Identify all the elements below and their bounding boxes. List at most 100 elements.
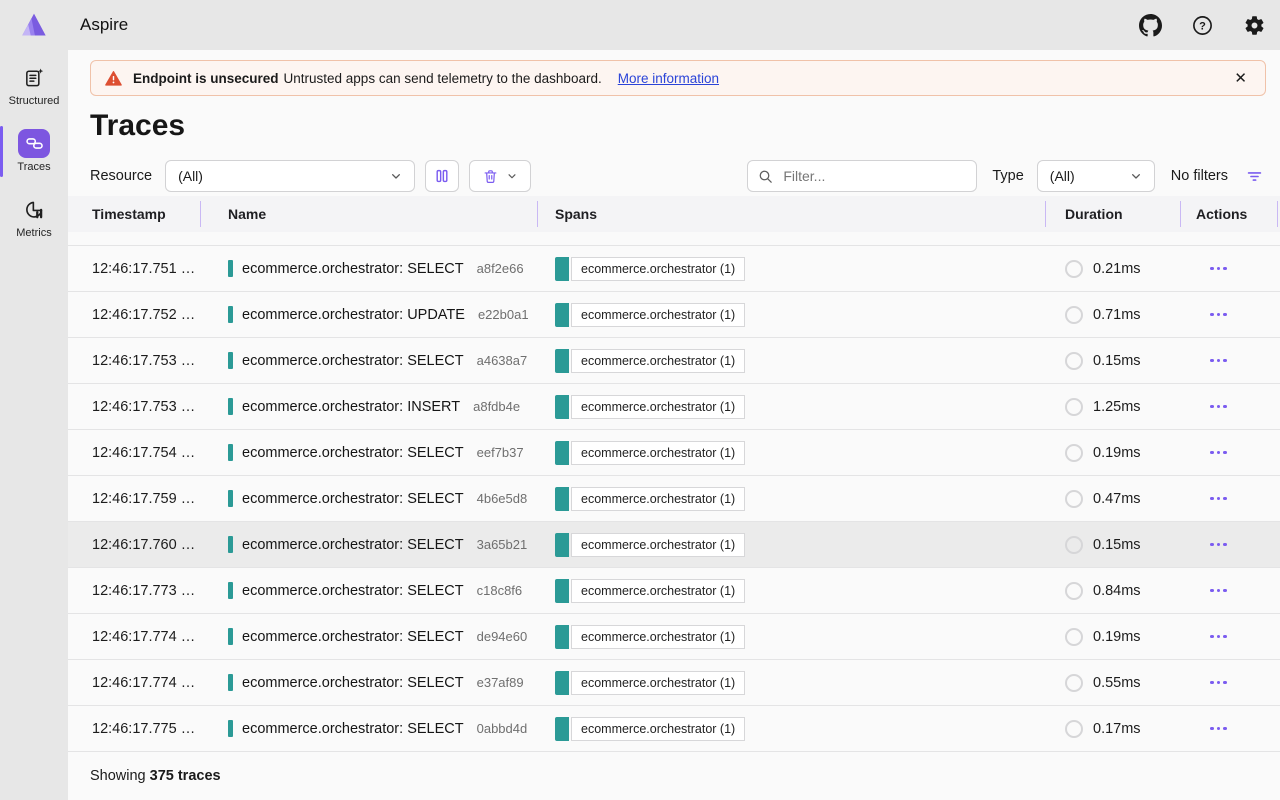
row-actions-ellipsis-icon[interactable] xyxy=(1206,309,1231,321)
row-actions-ellipsis-icon[interactable] xyxy=(1206,677,1231,689)
span-badge: ecommerce.orchestrator (1) xyxy=(555,625,745,649)
trace-timestamp: 12:46:17.774 … xyxy=(68,660,200,705)
row-actions-ellipsis-icon[interactable] xyxy=(1206,493,1231,505)
trace-id: eef7b37 xyxy=(477,445,524,460)
duration-ring-icon xyxy=(1065,628,1083,646)
trace-timestamp: 12:46:17.754 … xyxy=(68,430,200,475)
app-title: Aspire xyxy=(80,15,128,35)
banner-message: Untrusted apps can send telemetry to the… xyxy=(284,71,602,86)
trace-duration: 0.15ms xyxy=(1093,353,1141,369)
sidebar-item-traces[interactable]: Traces xyxy=(0,122,68,181)
row-actions-ellipsis-icon[interactable] xyxy=(1206,585,1231,597)
trace-id: a8f2e66 xyxy=(477,261,524,276)
pause-icon xyxy=(433,167,451,185)
trace-id: 4b6e5d8 xyxy=(477,491,528,506)
span-badge: ecommerce.orchestrator (1) xyxy=(555,349,745,373)
span-resource-color xyxy=(555,579,569,603)
table-row[interactable]: 12:46:17.752 … ecommerce.orchestrator: U… xyxy=(68,292,1280,338)
span-resource-color xyxy=(555,487,569,511)
traces-table-header: Timestamp Name Spans Duration Actions xyxy=(68,196,1280,232)
banner-close-icon[interactable]: ✕ xyxy=(1230,69,1251,88)
trace-timestamp: 12:46:17.774 … xyxy=(68,614,200,659)
trace-id: e37af89 xyxy=(477,675,524,690)
type-select[interactable]: (All) xyxy=(1037,160,1155,192)
row-actions-ellipsis-icon[interactable] xyxy=(1206,723,1231,735)
chevron-down-icon xyxy=(505,169,519,183)
span-label: ecommerce.orchestrator (1) xyxy=(571,533,745,557)
trace-duration: 0.19ms xyxy=(1093,629,1141,645)
resource-select[interactable]: (All) xyxy=(165,160,415,192)
row-actions-ellipsis-icon[interactable] xyxy=(1206,539,1231,551)
trace-count: 375 traces xyxy=(150,768,221,784)
traces-icon xyxy=(18,129,50,158)
resource-color-bar xyxy=(228,720,233,737)
trace-duration-cell: 0.19ms xyxy=(1045,614,1180,659)
trace-duration: 0.21ms xyxy=(1093,261,1141,277)
trace-name-cell: ecommerce.orchestrator: UPDATE e22b0a1 xyxy=(200,292,537,337)
span-badge: ecommerce.orchestrator (1) xyxy=(555,579,745,603)
more-information-link[interactable]: More information xyxy=(618,71,719,86)
column-header-name: Name xyxy=(200,196,537,232)
trace-name-cell: ecommerce.orchestrator: INSERT a8fdb4e xyxy=(200,384,537,429)
trace-duration-cell: 0.47ms xyxy=(1045,476,1180,521)
span-badge: ecommerce.orchestrator (1) xyxy=(555,303,745,327)
span-badge: ecommerce.orchestrator (1) xyxy=(555,441,745,465)
trace-id: 3a65b21 xyxy=(477,537,528,552)
trace-id: a8fdb4e xyxy=(473,399,520,414)
table-row[interactable]: 12:46:17.753 … ecommerce.orchestrator: S… xyxy=(68,338,1280,384)
span-resource-color xyxy=(555,671,569,695)
help-icon[interactable]: ? xyxy=(1190,13,1214,37)
table-row[interactable]: 12:46:17.773 … ecommerce.orchestrator: S… xyxy=(68,568,1280,614)
trace-name: ecommerce.orchestrator: INSERT xyxy=(242,399,460,415)
sidebar-item-structured[interactable]: Structured xyxy=(0,56,68,115)
settings-gear-icon[interactable] xyxy=(1242,13,1266,37)
topbar-actions: ? xyxy=(1138,13,1266,37)
table-row[interactable]: 12:46:17.753 … ecommerce.orchestrator: I… xyxy=(68,384,1280,430)
row-actions-ellipsis-icon[interactable] xyxy=(1206,355,1231,367)
table-row[interactable]: 12:46:17.760 … ecommerce.orchestrator: S… xyxy=(68,522,1280,568)
trace-timestamp: 12:46:17.753 … xyxy=(68,338,200,383)
clear-traces-button[interactable] xyxy=(469,160,531,192)
trace-id: c18c8f6 xyxy=(477,583,523,598)
row-actions-ellipsis-icon[interactable] xyxy=(1206,401,1231,413)
resource-color-bar xyxy=(228,536,233,553)
trace-duration: 0.84ms xyxy=(1093,583,1141,599)
resource-color-bar xyxy=(228,352,233,369)
trace-timestamp: 12:46:17.760 … xyxy=(68,522,200,567)
pause-button[interactable] xyxy=(425,160,459,192)
table-row[interactable]: 12:46:17.759 … ecommerce.orchestrator: S… xyxy=(68,476,1280,522)
trace-rows: 12:46:17.751 … ecommerce.orchestrator: S… xyxy=(68,245,1280,752)
span-label: ecommerce.orchestrator (1) xyxy=(571,257,745,281)
trace-duration-cell: 1.25ms xyxy=(1045,384,1180,429)
row-actions-ellipsis-icon[interactable] xyxy=(1206,263,1231,275)
trace-duration-cell: 0.15ms xyxy=(1045,522,1180,567)
unsecured-endpoint-banner: Endpoint is unsecured Untrusted apps can… xyxy=(90,60,1266,96)
table-row[interactable]: 12:46:17.751 … ecommerce.orchestrator: S… xyxy=(68,246,1280,292)
sidebar-item-metrics[interactable]: Metrics xyxy=(0,188,68,247)
github-icon[interactable] xyxy=(1138,13,1162,37)
table-row[interactable]: 12:46:17.775 … ecommerce.orchestrator: S… xyxy=(68,706,1280,752)
add-filter-button[interactable] xyxy=(1242,164,1266,188)
trace-name: ecommerce.orchestrator: SELECT xyxy=(242,675,464,691)
row-actions-ellipsis-icon[interactable] xyxy=(1206,631,1231,643)
trace-name: ecommerce.orchestrator: SELECT xyxy=(242,353,464,369)
table-row[interactable]: 12:46:17.774 … ecommerce.orchestrator: S… xyxy=(68,660,1280,706)
span-label: ecommerce.orchestrator (1) xyxy=(571,671,745,695)
table-row[interactable]: 12:46:17.774 … ecommerce.orchestrator: S… xyxy=(68,614,1280,660)
trace-duration: 1.25ms xyxy=(1093,399,1141,415)
resource-color-bar xyxy=(228,398,233,415)
trace-name: ecommerce.orchestrator: SELECT xyxy=(242,629,464,645)
trace-name-cell: ecommerce.orchestrator: SELECT eef7b37 xyxy=(200,430,537,475)
filter-input[interactable] xyxy=(781,167,951,185)
trace-spans-cell: ecommerce.orchestrator (1) xyxy=(537,522,1045,567)
trace-spans-cell: ecommerce.orchestrator (1) xyxy=(537,246,1045,291)
trace-actions-cell xyxy=(1180,522,1280,567)
trace-name: ecommerce.orchestrator: SELECT xyxy=(242,445,464,461)
trace-spans-cell: ecommerce.orchestrator (1) xyxy=(537,430,1045,475)
trace-id: e22b0a1 xyxy=(478,307,529,322)
row-actions-ellipsis-icon[interactable] xyxy=(1206,447,1231,459)
trace-spans-cell: ecommerce.orchestrator (1) xyxy=(537,614,1045,659)
table-row[interactable]: 12:46:17.754 … ecommerce.orchestrator: S… xyxy=(68,430,1280,476)
resource-color-bar xyxy=(228,628,233,645)
filter-search-box[interactable] xyxy=(747,160,977,192)
